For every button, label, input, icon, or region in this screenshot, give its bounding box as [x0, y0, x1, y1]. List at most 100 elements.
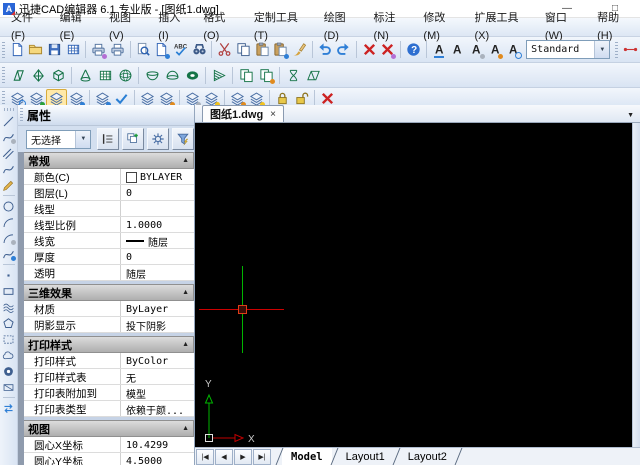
polygon-button[interactable] [1, 315, 17, 331]
layout-tab-model[interactable]: Model [282, 448, 332, 465]
text-style-combobox[interactable]: Standard ▼ [526, 40, 611, 59]
torus-button[interactable] [182, 65, 202, 85]
cut-button[interactable] [215, 40, 234, 60]
arc-button[interactable] [1, 214, 17, 230]
spline-button[interactable] [1, 129, 17, 145]
document-tab[interactable]: 图纸1.dwg × [202, 105, 285, 122]
cone-button[interactable] [75, 65, 95, 85]
box-surface-button[interactable] [48, 65, 68, 85]
edit-text-button[interactable] [486, 40, 505, 60]
collapse-arrow-icon[interactable]: ▲ [182, 289, 189, 296]
drawing-canvas[interactable]: Y X [195, 123, 632, 447]
collapse-arrow-icon[interactable]: ▲ [182, 425, 189, 432]
find-text-button[interactable] [504, 40, 523, 60]
multiline-button[interactable] [1, 145, 17, 161]
chevron-down-icon[interactable]: ▼ [594, 41, 610, 58]
section-header[interactable]: 三维效果 ▲ [24, 284, 194, 301]
point-button[interactable] [1, 267, 17, 283]
erase-special-button[interactable] [379, 40, 398, 60]
erase-button[interactable] [360, 40, 379, 60]
dish-button[interactable] [142, 65, 162, 85]
revision-cloud-button[interactable] [1, 347, 17, 363]
multiline-text-button[interactable] [467, 40, 486, 60]
paste-button[interactable] [253, 40, 272, 60]
filter-button[interactable] [172, 128, 194, 150]
toolbar-grip[interactable] [615, 41, 619, 58]
print-button[interactable] [108, 40, 127, 60]
next-layout-button[interactable]: ▶ [234, 448, 252, 465]
text-button[interactable] [448, 40, 467, 60]
close-icon[interactable]: × [270, 109, 276, 120]
text-style-button[interactable] [430, 40, 449, 60]
undo-button[interactable] [316, 40, 335, 60]
print-preview-button[interactable] [134, 40, 153, 60]
selection-combobox[interactable]: 无选择 ▼ [26, 129, 92, 149]
quick-select-button[interactable] [122, 128, 145, 150]
ruled-surface-button[interactable] [209, 65, 229, 85]
property-value[interactable]: 0 [121, 185, 194, 200]
section-header[interactable]: 常规 ▲ [24, 152, 194, 169]
swap-view-button[interactable] [1, 400, 17, 416]
find-button[interactable] [190, 40, 209, 60]
region-button[interactable] [1, 331, 17, 347]
mesh-button[interactable] [95, 65, 115, 85]
chevron-down-icon[interactable]: ▼ [75, 130, 91, 148]
property-value[interactable]: 1.0000 [121, 217, 194, 232]
new-file-button[interactable] [8, 40, 27, 60]
freehand-curve-button[interactable] [1, 161, 17, 177]
last-layout-button[interactable]: ▶| [253, 448, 271, 465]
helix-button[interactable] [1, 299, 17, 315]
property-value[interactable]: 模型 [121, 385, 194, 401]
property-value[interactable] [121, 201, 194, 216]
tab-overflow-button[interactable]: ▼ [627, 112, 634, 119]
rectangle-button[interactable] [1, 283, 17, 299]
curve-button[interactable] [1, 246, 17, 262]
property-value[interactable]: 投下阴影 [121, 317, 194, 333]
tabulated-surface-button[interactable] [256, 65, 276, 85]
print-view-button[interactable] [152, 40, 171, 60]
toggle-pickadd-button[interactable] [97, 128, 120, 150]
property-value[interactable]: 0 [121, 249, 194, 264]
toolbar-grip[interactable] [3, 108, 14, 111]
select-objects-button[interactable] [147, 128, 170, 150]
edge-surface-button[interactable] [236, 65, 256, 85]
circle-button[interactable] [1, 198, 17, 214]
vertical-scrollbar[interactable] [632, 123, 640, 447]
redo-button[interactable] [334, 40, 353, 60]
property-value[interactable]: 随层 [121, 233, 194, 248]
property-value[interactable]: 随层 [121, 265, 194, 281]
toolbar-grip[interactable] [2, 41, 5, 58]
save-button[interactable] [45, 40, 64, 60]
prev-layout-button[interactable]: ◀ [215, 448, 233, 465]
first-layout-button[interactable]: |◀ [196, 448, 214, 465]
wipeout-button[interactable] [1, 379, 17, 395]
toolbar-grip[interactable] [2, 67, 5, 83]
line-button[interactable] [1, 113, 17, 129]
property-value[interactable]: 依赖于颜... [121, 401, 194, 417]
paste-special-button[interactable] [271, 40, 290, 60]
copy-button[interactable] [234, 40, 253, 60]
help-button[interactable] [404, 40, 423, 60]
section-header[interactable]: 视图 ▲ [24, 420, 194, 437]
property-value[interactable]: ByLayer [121, 301, 194, 316]
wedge-surface-button[interactable] [8, 65, 28, 85]
property-value[interactable]: BYLAYER [121, 169, 194, 184]
print-to-file-button[interactable] [89, 40, 108, 60]
property-value[interactable]: 无 [121, 369, 194, 385]
layout-grid-button[interactable] [64, 40, 83, 60]
section-header[interactable]: 打印样式 ▲ [24, 336, 194, 353]
format-painter-button[interactable] [290, 40, 309, 60]
layout-tab-layout1[interactable]: Layout1 [337, 448, 394, 465]
spell-check-button[interactable] [171, 40, 190, 60]
layout-tab-layout2[interactable]: Layout2 [399, 448, 456, 465]
open-button[interactable] [26, 40, 45, 60]
dimension-style-button[interactable] [621, 40, 640, 60]
panel-grip[interactable] [20, 108, 23, 122]
collapse-arrow-icon[interactable]: ▲ [182, 157, 189, 164]
dome-button[interactable] [162, 65, 182, 85]
ellipse-arc-button[interactable] [1, 230, 17, 246]
collapse-arrow-icon[interactable]: ▲ [182, 341, 189, 348]
sphere-button[interactable] [115, 65, 135, 85]
pyramid-button[interactable] [28, 65, 48, 85]
sketch-button[interactable] [1, 177, 17, 193]
